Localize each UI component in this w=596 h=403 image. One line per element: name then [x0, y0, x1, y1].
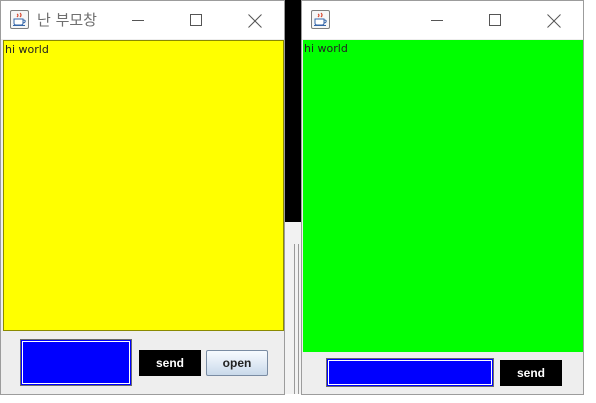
open-button[interactable]: open	[206, 350, 268, 376]
green-content-panel: hi world	[303, 40, 583, 352]
parent-title-bar[interactable]: 난 부모창	[1, 1, 284, 39]
minimize-icon	[132, 20, 144, 21]
close-button[interactable]	[231, 1, 277, 39]
send-button[interactable]: send	[139, 350, 201, 376]
content-text: hi world	[304, 42, 348, 55]
send-button[interactable]: send	[500, 360, 562, 386]
maximize-button[interactable]	[472, 1, 518, 39]
maximize-button[interactable]	[173, 1, 219, 39]
window-title: 난 부모창	[37, 11, 97, 29]
close-icon	[547, 14, 561, 28]
content-text: hi world	[5, 43, 49, 56]
yellow-content-panel: hi world	[3, 40, 284, 331]
maximize-icon	[190, 14, 202, 26]
maximize-icon	[489, 14, 501, 26]
minimize-button[interactable]	[414, 1, 460, 39]
close-button[interactable]	[530, 1, 576, 39]
parent-window: 난 부모창 hi world send open	[0, 0, 285, 395]
close-icon	[248, 14, 262, 28]
minimize-button[interactable]	[115, 1, 161, 39]
blue-input-field[interactable]	[326, 358, 494, 387]
child-title-bar[interactable]	[302, 1, 583, 39]
minimize-icon	[431, 20, 443, 21]
java-cup-icon[interactable]	[10, 10, 29, 29]
java-cup-icon[interactable]	[311, 10, 330, 29]
child-window: hi world send	[301, 0, 584, 395]
blue-input-field[interactable]	[20, 339, 132, 386]
